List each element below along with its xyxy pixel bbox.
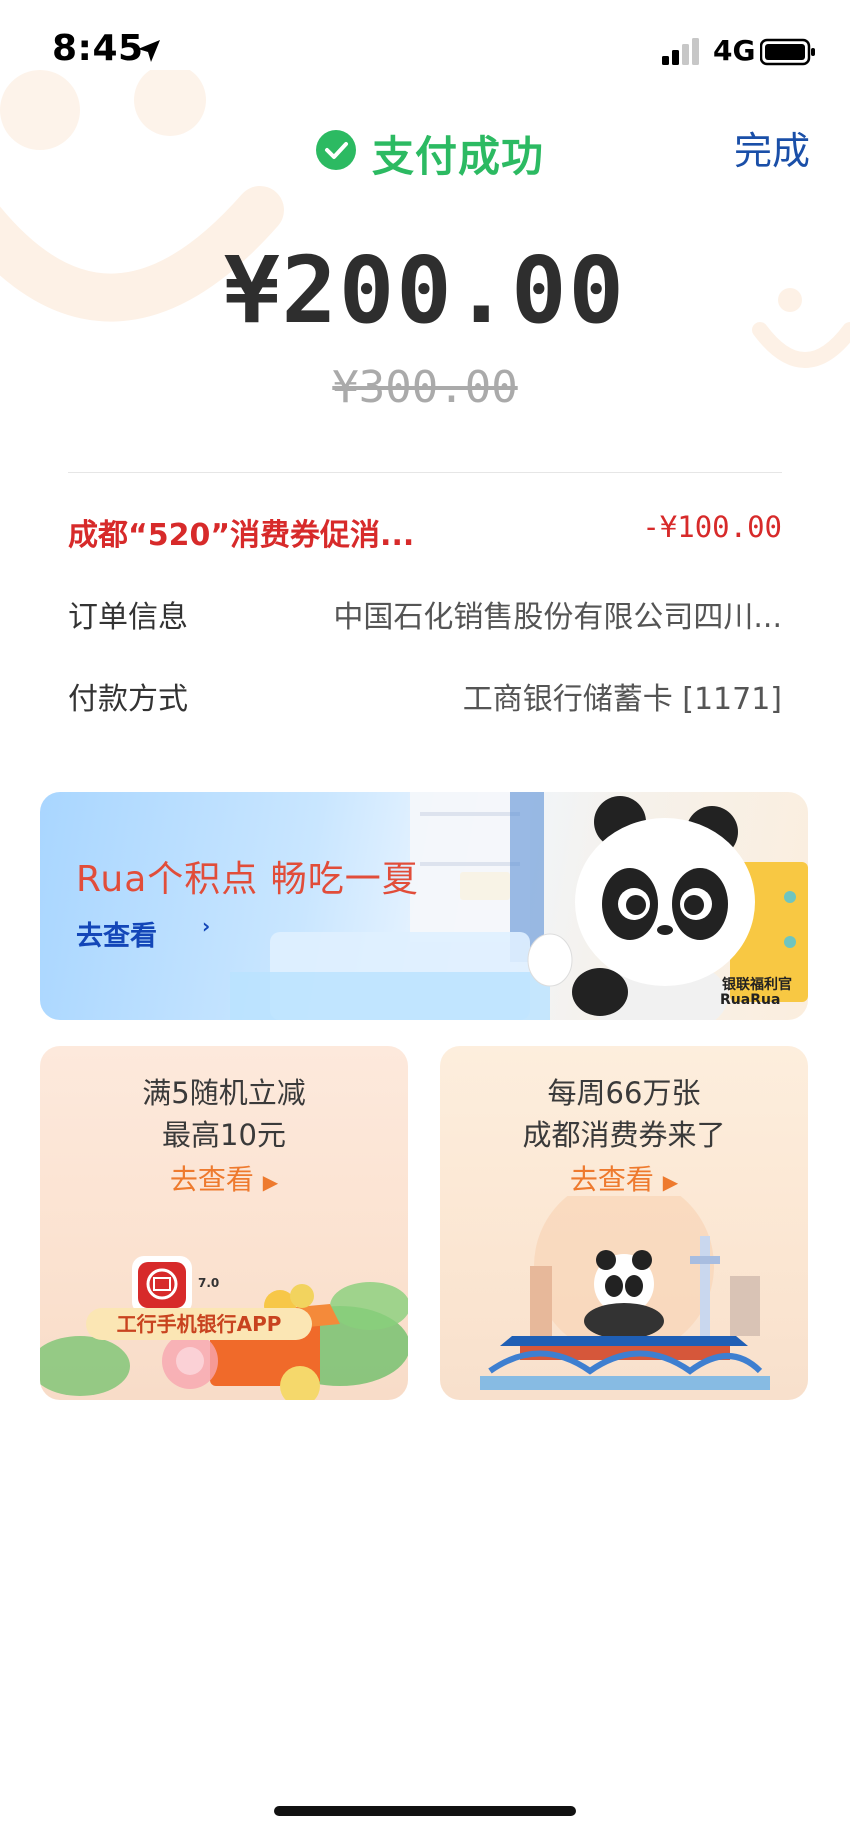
lotus-gift-illustration [40, 1256, 408, 1400]
divider [68, 472, 782, 473]
promo-card-discount[interactable]: 满5随机立减 最高10元 去查看 ▶ 7.0 工行手机银行APP [40, 1046, 408, 1400]
success-check-icon [316, 130, 356, 170]
banner-link[interactable]: 去查看 [76, 914, 157, 953]
order-info-label: 订单信息 [68, 600, 188, 635]
play-arrow-icon: ▶ [662, 1170, 679, 1194]
panda-room-illustration [230, 792, 808, 1020]
home-indicator[interactable] [274, 1806, 576, 1816]
original-amount: ¥300.00 [332, 362, 518, 413]
chengdu-panda-bridge-illustration [480, 1196, 770, 1390]
icbc-app-badge: 工行手机银行APP [86, 1308, 312, 1340]
card-link-label: 去查看 [569, 1163, 654, 1196]
payment-method-label: 付款方式 [68, 682, 188, 717]
done-button[interactable]: 完成 [734, 120, 810, 175]
discount-value: -¥100.00 [642, 510, 782, 544]
order-info-value: 中国石化销售股份有限公司四川... [333, 600, 782, 635]
card-link-label: 去查看 [169, 1163, 254, 1196]
card-line1: 满5随机立减 [142, 1076, 306, 1110]
play-arrow-icon: ▶ [262, 1170, 279, 1194]
result-header: 支付成功 完成 [0, 120, 850, 184]
discount-row: 成都“520”消费券促消... -¥100.00 [68, 510, 782, 558]
banner-brand-name: 银联福利官 [722, 977, 792, 993]
paid-amount: ¥200.00 [224, 237, 626, 344]
status-bar: 8:45 4G [0, 0, 850, 100]
signal-strength-icon [662, 38, 699, 65]
payment-method-value: 工商银行储蓄卡 [1171] [462, 682, 782, 717]
network-type: 4G [713, 34, 756, 67]
icbc-app-version: 7.0 [198, 1276, 220, 1290]
payment-method-row: 付款方式 工商银行储蓄卡 [1171] [68, 674, 782, 722]
status-time: 8:45 [52, 28, 144, 69]
card-line2: 成都消费券来了 [522, 1118, 726, 1152]
chevron-right-icon: › [202, 914, 211, 938]
promo-card-voucher[interactable]: 每周66万张 成都消费券来了 去查看 ▶ [440, 1046, 808, 1400]
promo-banner[interactable]: Rua个积点 畅吃一夏 去查看 › 银联福利官 RuaRua [40, 792, 808, 1020]
card-link[interactable]: 去查看 ▶ [440, 1158, 808, 1198]
card-line2: 最高10元 [162, 1118, 286, 1152]
card-line1: 每周66万张 [547, 1076, 701, 1110]
battery-icon [760, 38, 815, 66]
location-arrow-icon [138, 40, 160, 62]
payment-success-title: 支付成功 [372, 132, 545, 181]
banner-brand-sub: RuaRua [720, 992, 781, 1008]
discount-label: 成都“520”消费券促消... [68, 518, 415, 553]
banner-title: Rua个积点 畅吃一夏 [76, 859, 419, 900]
card-link[interactable]: 去查看 ▶ [40, 1158, 408, 1198]
order-info-row: 订单信息 中国石化销售股份有限公司四川... [68, 592, 782, 640]
